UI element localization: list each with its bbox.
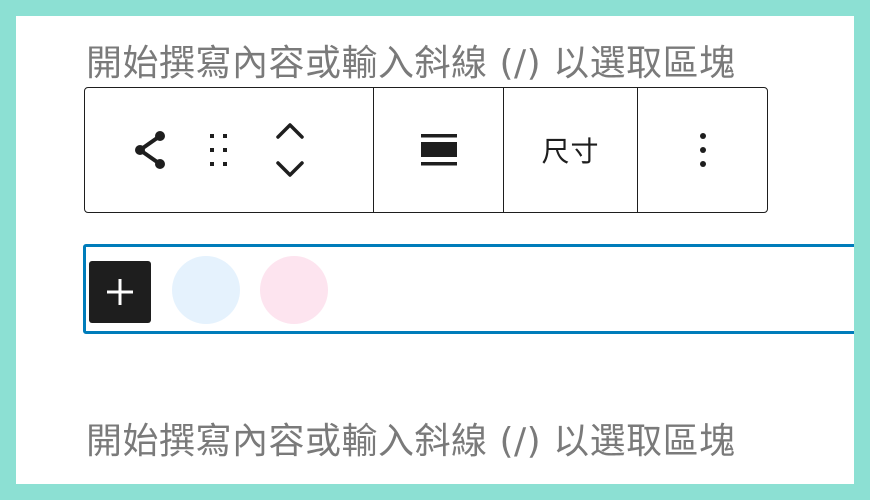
- chevron-down-icon[interactable]: [272, 157, 308, 183]
- toolbar-group-size: 尺寸: [504, 88, 638, 212]
- toolbar-group-navigation: [85, 88, 374, 212]
- add-block-button[interactable]: [89, 261, 151, 323]
- toolbar-group-alignment: [374, 88, 504, 212]
- drag-handle-button[interactable]: [195, 88, 245, 212]
- more-options-button[interactable]: [638, 88, 767, 212]
- color-swatch-light-pink[interactable]: [260, 256, 328, 324]
- toolbar-group-options: [638, 88, 767, 212]
- color-swatch-light-blue[interactable]: [172, 256, 240, 324]
- share-parent-icon: [135, 131, 165, 169]
- size-button[interactable]: 尺寸: [504, 88, 637, 212]
- move-buttons: [245, 88, 335, 212]
- paragraph-placeholder[interactable]: 開始撰寫內容或輸入斜線 (/) 以選取區塊: [86, 424, 736, 460]
- size-button-label: 尺寸: [541, 135, 600, 168]
- plus-icon: [107, 279, 133, 305]
- more-vertical-icon: [699, 133, 706, 167]
- chevron-up-icon[interactable]: [272, 117, 308, 143]
- paragraph-placeholder[interactable]: 開始撰寫內容或輸入斜線 (/) 以選取區塊: [86, 46, 736, 82]
- align-full-width-icon: [420, 134, 457, 166]
- drag-handle-icon: [210, 134, 227, 166]
- block-toolbar: 尺寸: [84, 87, 768, 213]
- selected-block[interactable]: [83, 244, 854, 334]
- editor-canvas: 開始撰寫內容或輸入斜線 (/) 以選取區塊 尺寸 開始撰寫內容或輸入斜線 (/)…: [16, 16, 854, 484]
- select-parent-button[interactable]: [105, 88, 195, 212]
- align-button[interactable]: [374, 88, 503, 212]
